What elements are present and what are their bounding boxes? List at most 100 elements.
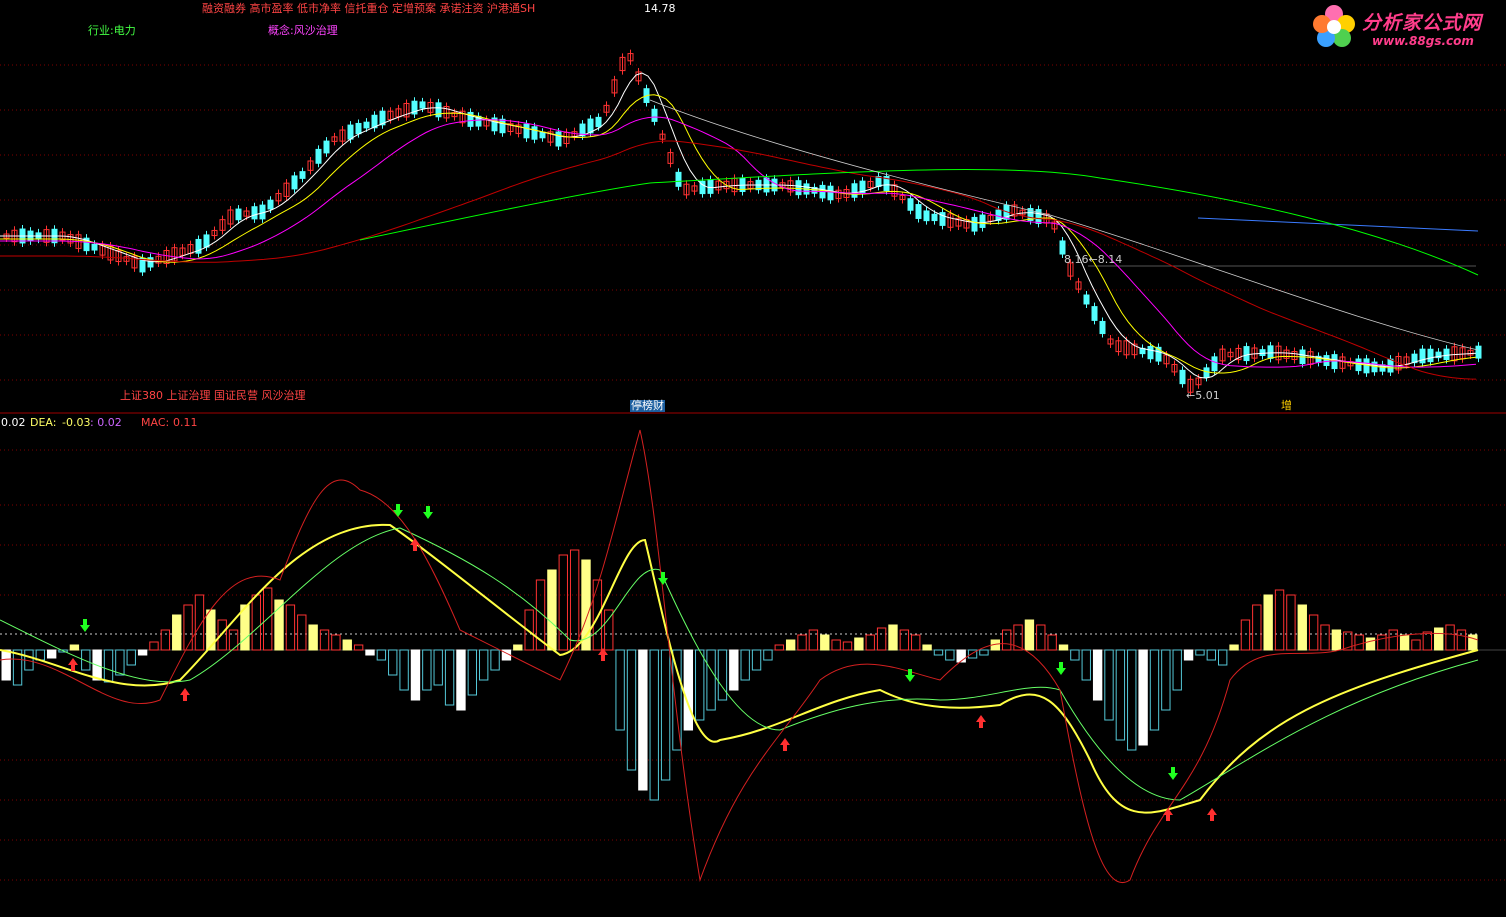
- macd-histogram-bar: [1411, 639, 1421, 651]
- candle-body: [499, 118, 506, 134]
- candle-body: [1267, 345, 1274, 359]
- macd-histogram-bar: [1218, 649, 1228, 666]
- macd-histogram-bar: [433, 649, 443, 686]
- macd-histogram-bar: [115, 649, 125, 676]
- macd-histogram-bar: [1274, 589, 1285, 651]
- candle-body: [1427, 348, 1434, 363]
- candle-body: [971, 216, 978, 232]
- macd-histogram-bar: [751, 649, 762, 671]
- macd-histogram-bar: [1024, 619, 1035, 651]
- margin-tags: 融资融券 高市盈率 低市净率 信托重仓 定增预案 承诺注资 沪港通SH: [202, 2, 536, 15]
- macd-histogram-bar: [103, 649, 114, 683]
- macd-histogram-bar: [1445, 624, 1455, 651]
- mac-line: [0, 429, 1479, 883]
- candle-body: [1259, 349, 1266, 357]
- macd-histogram-bar: [899, 629, 910, 651]
- candle-body: [1099, 320, 1106, 335]
- macd-histogram-bar: [956, 649, 966, 663]
- dea-line: [0, 527, 1479, 801]
- candle-body: [1179, 369, 1186, 385]
- candle-body: [1323, 355, 1330, 366]
- macd-histogram-bar: [626, 649, 637, 771]
- macd-histogram-bar: [831, 639, 841, 651]
- macd-histogram-bar: [1240, 619, 1251, 651]
- macd-histogram-bar: [808, 629, 819, 651]
- buy-arrow-icon: [780, 738, 790, 751]
- macd-histogram-bar: [1308, 614, 1319, 651]
- macd-histogram-bar: [388, 649, 398, 676]
- flower-icon: [1313, 5, 1355, 47]
- macd-histogram-bar: [1036, 624, 1046, 651]
- candle-body: [1211, 356, 1218, 372]
- candle-body: [363, 121, 370, 129]
- peak-price-label: 14.78: [644, 2, 676, 15]
- macd-histogram-bar: [649, 649, 659, 801]
- tag-stop[interactable]: 停榜财: [630, 400, 665, 412]
- industry-label: 行业:电力: [88, 24, 136, 37]
- macd-histogram-bar: [1399, 634, 1410, 651]
- tag-increase[interactable]: 增: [1280, 400, 1293, 412]
- macd-histogram-bar: [1331, 629, 1342, 651]
- stock-chart[interactable]: [0, 0, 1506, 917]
- macd-histogram-bar: [547, 569, 557, 651]
- sell-arrow-icon: [658, 572, 668, 585]
- logo-url: www.88gs.com: [1372, 34, 1474, 48]
- macd-histogram-bar: [729, 649, 739, 691]
- candle-body: [1091, 306, 1098, 321]
- sell-arrow-icon: [423, 506, 433, 519]
- sell-arrow-icon: [393, 504, 403, 517]
- macd-histogram-bar: [1286, 594, 1296, 651]
- low-price-label: ←5.01: [1186, 389, 1220, 402]
- macd-histogram-bar: [1320, 624, 1330, 651]
- macd-histogram-bar: [1252, 604, 1262, 651]
- candle-body: [675, 171, 682, 187]
- macd-histogram-bar: [672, 649, 682, 751]
- candle-body: [923, 210, 930, 222]
- candle-body: [531, 126, 538, 140]
- macd-histogram-bar: [285, 604, 296, 651]
- macd-histogram-bar: [399, 649, 409, 691]
- macd-histogram-bar: [1001, 629, 1012, 651]
- sell-arrow-icon: [1056, 662, 1066, 675]
- candle-body: [323, 140, 330, 154]
- macd-histogram-bar: [763, 649, 773, 661]
- macd-histogram-bar: [1, 649, 11, 681]
- macd-histogram-bar: [933, 649, 944, 656]
- macd-histogram-bar: [251, 594, 261, 651]
- candle-body: [555, 131, 562, 147]
- macd-histogram-bar: [365, 649, 375, 656]
- candle-body: [251, 206, 258, 220]
- dea-value: -0.03: [62, 416, 91, 429]
- sell-arrow-icon: [80, 619, 90, 632]
- candle-body: [355, 122, 362, 135]
- mac-value: 0.11: [173, 416, 198, 429]
- ma120-line: [0, 140, 1477, 380]
- candle-body: [707, 179, 714, 194]
- macd-histogram-bar: [1172, 649, 1182, 691]
- sell-arrow-icon: [1168, 767, 1178, 780]
- macd-histogram-bar: [854, 637, 864, 651]
- macd-histogram-bar: [308, 624, 318, 651]
- candle-body: [1243, 346, 1250, 362]
- candle-body: [299, 171, 306, 179]
- macd-histogram-bar: [1354, 634, 1364, 651]
- macd-histogram-bar: [297, 614, 307, 651]
- macd-histogram-bar: [888, 624, 898, 651]
- macd-histogram-bar: [1297, 604, 1307, 651]
- macd-histogram-bar: [1070, 649, 1080, 661]
- candle-body: [1083, 294, 1090, 305]
- dea-label: DEA:: [30, 416, 57, 429]
- buy-arrow-icon: [180, 688, 190, 701]
- blue-trend-line: [1197, 217, 1479, 232]
- macd-histogram-bar: [922, 644, 932, 651]
- macd-histogram-bar: [797, 634, 807, 651]
- candle-body: [291, 175, 298, 190]
- macd-histogram-bar: [46, 649, 57, 659]
- diff-value: 0.02: [1, 416, 26, 429]
- macd-histogram-bar: [1058, 644, 1069, 651]
- macd-histogram-bar: [353, 644, 364, 651]
- candle-body: [907, 198, 914, 211]
- macd-histogram-bar: [490, 649, 500, 671]
- candle-body: [523, 123, 530, 139]
- candle-body: [1147, 345, 1154, 360]
